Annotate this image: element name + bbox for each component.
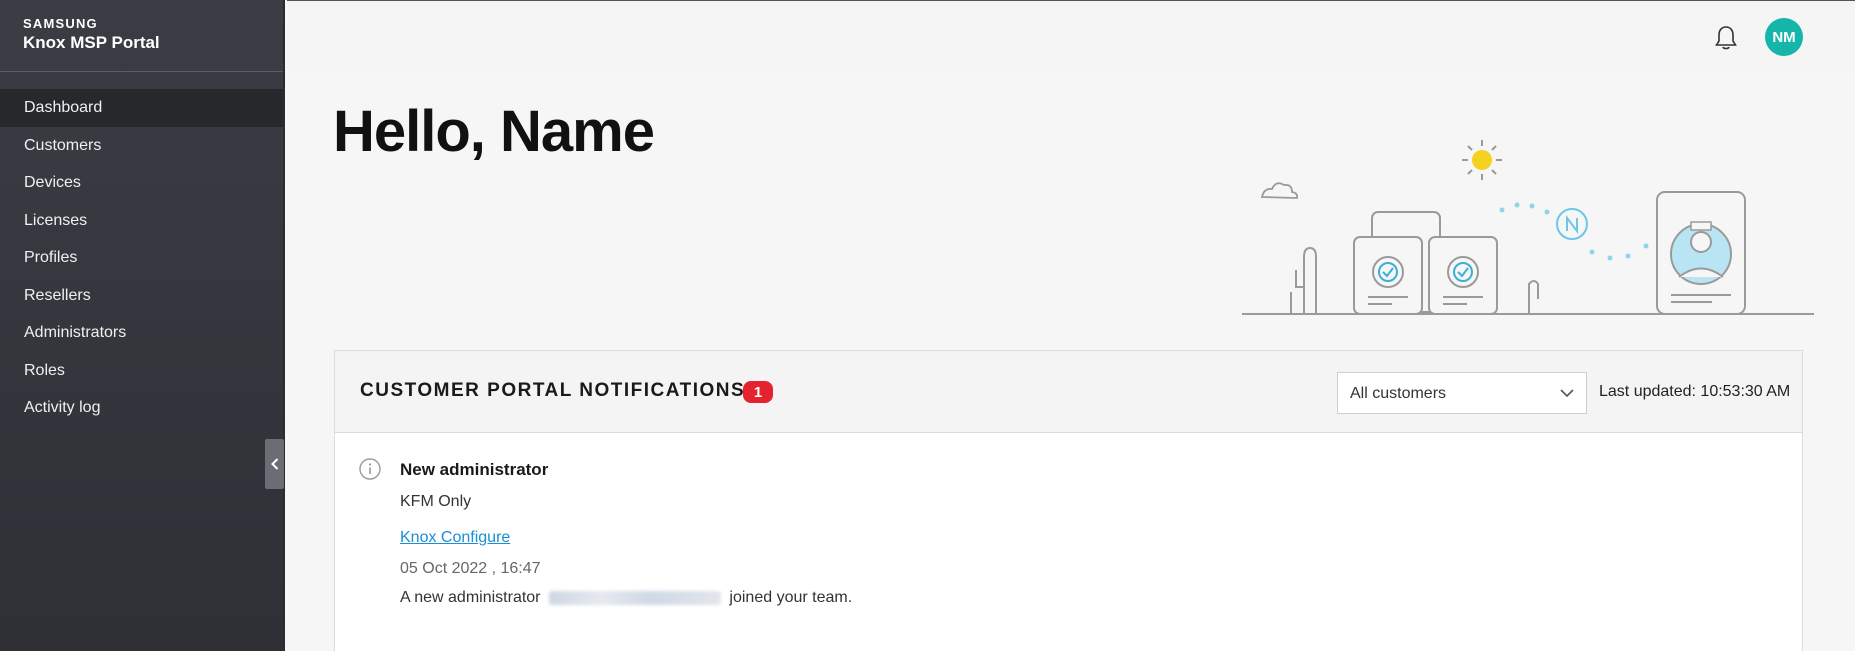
sidebar-item-activity-log[interactable]: Activity log: [0, 389, 283, 427]
sidebar: SAMSUNG Knox MSP Portal Dashboard Custom…: [0, 0, 285, 651]
sidebar-item-roles[interactable]: Roles: [0, 352, 283, 390]
sidebar-item-customers[interactable]: Customers: [0, 127, 283, 165]
notification-company: KFM Only: [400, 493, 472, 510]
brand-maker: SAMSUNG: [23, 16, 98, 31]
info-icon: [359, 458, 381, 480]
sidebar-item-licenses[interactable]: Licenses: [0, 202, 283, 240]
sidebar-item-devices[interactable]: Devices: [0, 164, 283, 202]
sidebar-item-resellers[interactable]: Resellers: [0, 277, 283, 315]
chevron-down-icon: [1560, 389, 1574, 398]
sidebar-item-administrators[interactable]: Administrators: [0, 314, 283, 352]
notification-link[interactable]: Knox Configure: [400, 529, 510, 547]
panel-title: CUSTOMER PORTAL NOTIFICATIONS: [360, 380, 746, 401]
brand-product[interactable]: Knox MSP Portal: [23, 33, 283, 53]
welcome-illustration: [1242, 140, 1814, 315]
notification-date: 05 Oct 2022 , 16:47: [400, 560, 541, 577]
brand: SAMSUNG Knox MSP Portal: [0, 0, 283, 72]
notification-title: New administrator: [400, 460, 549, 479]
sidebar-collapse-button[interactable]: [265, 439, 284, 489]
sidebar-nav: Dashboard Customers Devices Licenses Pro…: [0, 89, 283, 427]
notification-count-badge: 1: [743, 381, 773, 403]
customer-portal-notifications-panel: CUSTOMER PORTAL NOTIFICATIONS 1 All cust…: [334, 350, 1803, 651]
notification-message-prefix: A new administrator: [400, 589, 541, 606]
customer-filter-select[interactable]: All customers: [1337, 372, 1587, 414]
sidebar-item-profiles[interactable]: Profiles: [0, 239, 283, 277]
notification-message: A new administrator joined your team.: [400, 589, 852, 607]
panel-header: CUSTOMER PORTAL NOTIFICATIONS 1 All cust…: [335, 351, 1802, 433]
bell-icon[interactable]: [1713, 24, 1739, 52]
chevron-left-icon: [270, 458, 278, 470]
page-greeting: Hello, Name: [333, 99, 655, 164]
customer-filter-value: All customers: [1350, 385, 1447, 402]
last-updated-text: Last updated: 10:53:30 AM: [1599, 383, 1791, 400]
main-content: Hello, Name CUSTOMER PORTAL NOTIFICATION…: [287, 72, 1855, 651]
redacted-email: [548, 590, 721, 605]
sidebar-item-dashboard[interactable]: Dashboard: [0, 89, 283, 127]
user-avatar[interactable]: NM: [1765, 18, 1803, 56]
top-bar: NM: [287, 0, 1855, 72]
notification-message-suffix: joined your team.: [729, 589, 853, 606]
notification-item: New administrator KFM Only Knox Configur…: [335, 433, 1802, 651]
